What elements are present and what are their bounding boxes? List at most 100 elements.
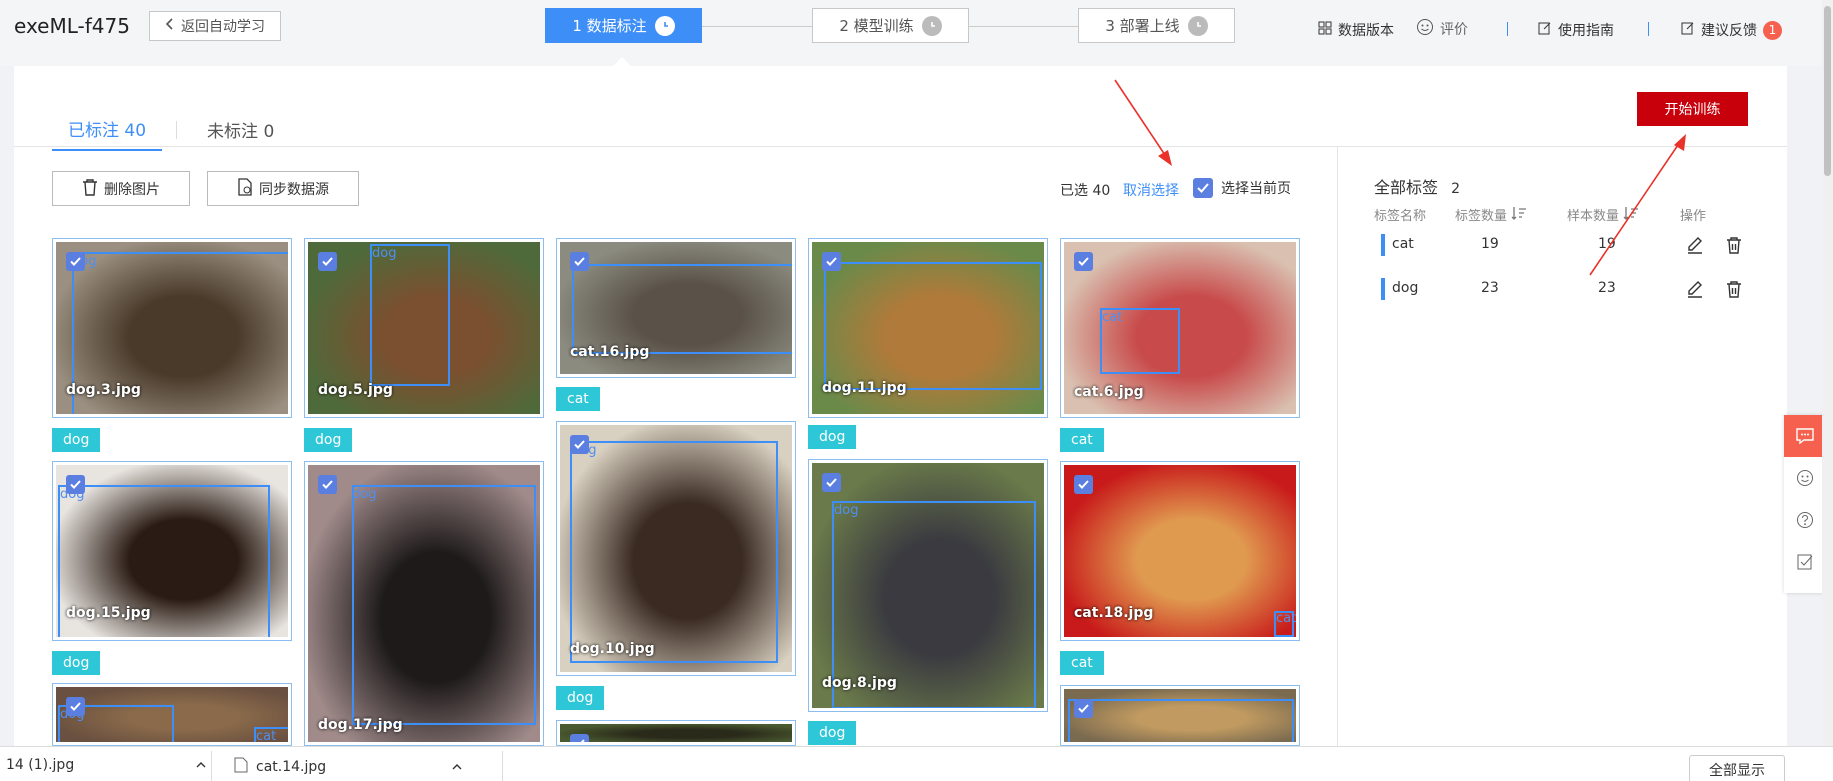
col-tag-count-label: 标签数量 bbox=[1455, 209, 1508, 224]
sync-doc-icon bbox=[237, 177, 253, 200]
chevron-up-icon[interactable] bbox=[452, 759, 462, 775]
help-button[interactable] bbox=[1784, 499, 1826, 541]
image-card[interactable]: dog.11.jpg bbox=[808, 238, 1048, 418]
image-checkbox[interactable] bbox=[318, 475, 337, 494]
image-card[interactable] bbox=[1060, 685, 1300, 746]
image-tag: cat bbox=[1060, 651, 1104, 675]
chat-button[interactable] bbox=[1784, 415, 1826, 457]
image-thumbnail: cat cat.18.jpg bbox=[1064, 465, 1296, 637]
image-checkbox[interactable] bbox=[570, 252, 589, 271]
image-filename: dog.3.jpg bbox=[66, 382, 141, 398]
download-item[interactable]: cat.14.jpg bbox=[234, 757, 462, 777]
image-card[interactable] bbox=[556, 720, 796, 746]
sort-icon bbox=[1623, 206, 1639, 224]
feedback-link[interactable]: 建议反馈 1 bbox=[1681, 20, 1782, 40]
step-model-training[interactable]: 2 模型训练 bbox=[812, 8, 969, 43]
app-title: exeML-f475 bbox=[14, 14, 130, 38]
feedback-badge: 1 bbox=[1763, 20, 1782, 40]
image-card[interactable]: dog dog.5.jpg bbox=[304, 238, 544, 418]
image-checkbox[interactable] bbox=[570, 435, 589, 454]
col-sample-count[interactable]: 样本数量 bbox=[1567, 205, 1639, 224]
cancel-selection-link[interactable]: 取消选择 bbox=[1123, 180, 1179, 200]
image-filename: dog.5.jpg bbox=[318, 382, 393, 398]
bounding-box bbox=[370, 244, 450, 386]
image-tag: dog bbox=[304, 428, 353, 452]
select-page-checkbox[interactable] bbox=[1193, 178, 1213, 198]
image-checkbox[interactable] bbox=[1074, 699, 1093, 718]
page-scrollbar[interactable] bbox=[1822, 0, 1833, 781]
scrollbar-thumb[interactable] bbox=[1824, 6, 1831, 176]
nav-divider bbox=[1648, 22, 1649, 36]
image-checkbox[interactable] bbox=[66, 252, 85, 271]
step-connector bbox=[702, 26, 812, 27]
chevron-up-icon[interactable] bbox=[196, 757, 206, 773]
data-version-label: 数据版本 bbox=[1338, 23, 1394, 39]
edit-label-icon[interactable] bbox=[1685, 235, 1705, 255]
image-card[interactable]: cat.16.jpg bbox=[556, 238, 796, 378]
bounding-box-label: cat bbox=[1276, 611, 1296, 626]
select-page-label: 选择当前页 bbox=[1221, 181, 1291, 197]
rate-link[interactable]: 评价 bbox=[1416, 18, 1468, 40]
image-checkbox[interactable] bbox=[1074, 475, 1093, 494]
col-ops: 操作 bbox=[1680, 209, 1707, 224]
image-card[interactable]: dogdog.3.jpg bbox=[52, 238, 292, 418]
selected-count: 已选 40 bbox=[1060, 183, 1111, 199]
smiley-button[interactable] bbox=[1784, 457, 1826, 499]
image-card[interactable]: cat cat.18.jpg bbox=[1060, 461, 1300, 641]
image-checkbox[interactable] bbox=[822, 252, 841, 271]
col-tag-count[interactable]: 标签数量 bbox=[1455, 205, 1527, 224]
download-item[interactable]: 14 (1).jpg bbox=[6, 757, 206, 773]
step-data-labeling[interactable]: 1 数据标注 bbox=[545, 8, 702, 43]
sync-datasource-button[interactable]: 同步数据源 bbox=[207, 171, 359, 206]
show-all-downloads-button[interactable]: 全部显示 bbox=[1689, 755, 1785, 781]
image-thumbnail: dogcat bbox=[56, 687, 288, 742]
image-card[interactable]: dogcat bbox=[52, 683, 292, 746]
step-deploy[interactable]: 3 部署上线 bbox=[1078, 8, 1235, 43]
image-card[interactable]: dogdog.10.jpg bbox=[556, 421, 796, 676]
image-card[interactable]: dog dog.15.jpg bbox=[52, 461, 292, 641]
step-label: 2 模型训练 bbox=[839, 17, 914, 35]
bounding-box bbox=[824, 262, 1042, 390]
image-checkbox[interactable] bbox=[822, 473, 841, 492]
image-thumbnail: cat.16.jpg bbox=[560, 242, 792, 374]
image-card[interactable]: cat cat.6.jpg bbox=[1060, 238, 1300, 418]
image-filename: dog.17.jpg bbox=[318, 717, 403, 733]
image-card[interactable]: dog dog.17.jpg bbox=[304, 461, 544, 746]
label-tag-count-dog: 23 bbox=[1481, 280, 1499, 296]
guide-link[interactable]: 使用指南 bbox=[1538, 20, 1614, 40]
image-checkbox[interactable] bbox=[66, 697, 85, 716]
image-checkbox[interactable] bbox=[318, 252, 337, 271]
image-filename: dog.10.jpg bbox=[570, 641, 655, 657]
image-card[interactable]: dog dog.8.jpg bbox=[808, 459, 1048, 712]
feedback-label: 建议反馈 bbox=[1701, 23, 1757, 39]
image-checkbox[interactable] bbox=[570, 734, 589, 742]
bounding-box bbox=[570, 441, 778, 663]
edit-icon bbox=[1681, 21, 1695, 39]
image-tag: dog bbox=[808, 425, 857, 449]
image-tag: dog bbox=[52, 651, 101, 675]
image-filename: cat.18.jpg bbox=[1074, 605, 1154, 621]
chevron-left-icon bbox=[165, 18, 175, 34]
image-filename: dog.11.jpg bbox=[822, 380, 907, 396]
delete-label-icon[interactable] bbox=[1724, 279, 1744, 299]
delete-images-button[interactable]: 删除图片 bbox=[52, 171, 190, 206]
image-thumbnail: cat cat.6.jpg bbox=[1064, 242, 1296, 414]
select-page-toggle[interactable]: 选择当前页 bbox=[1193, 178, 1291, 198]
label-sample-count-cat: 19 bbox=[1598, 236, 1616, 252]
image-checkbox[interactable] bbox=[66, 475, 85, 494]
start-training-button[interactable]: 开始训练 bbox=[1637, 92, 1748, 126]
sort-icon bbox=[1511, 206, 1527, 224]
image-tag: dog bbox=[808, 721, 857, 745]
image-checkbox[interactable] bbox=[1074, 252, 1093, 271]
label-sample-count-dog: 23 bbox=[1598, 280, 1616, 296]
delete-label-icon[interactable] bbox=[1724, 235, 1744, 255]
edit-label-icon[interactable] bbox=[1685, 279, 1705, 299]
image-thumbnail: dogdog.3.jpg bbox=[56, 242, 288, 414]
notes-button[interactable] bbox=[1784, 541, 1826, 583]
delete-label: 删除图片 bbox=[104, 181, 160, 198]
all-labels-heading: 全部标签 bbox=[1374, 178, 1439, 197]
back-button[interactable]: 返回自动学习 bbox=[149, 11, 281, 41]
data-version-link[interactable]: 数据版本 bbox=[1318, 20, 1394, 40]
download-filename: cat.14.jpg bbox=[256, 759, 327, 775]
all-labels-count: 2 bbox=[1451, 181, 1461, 197]
